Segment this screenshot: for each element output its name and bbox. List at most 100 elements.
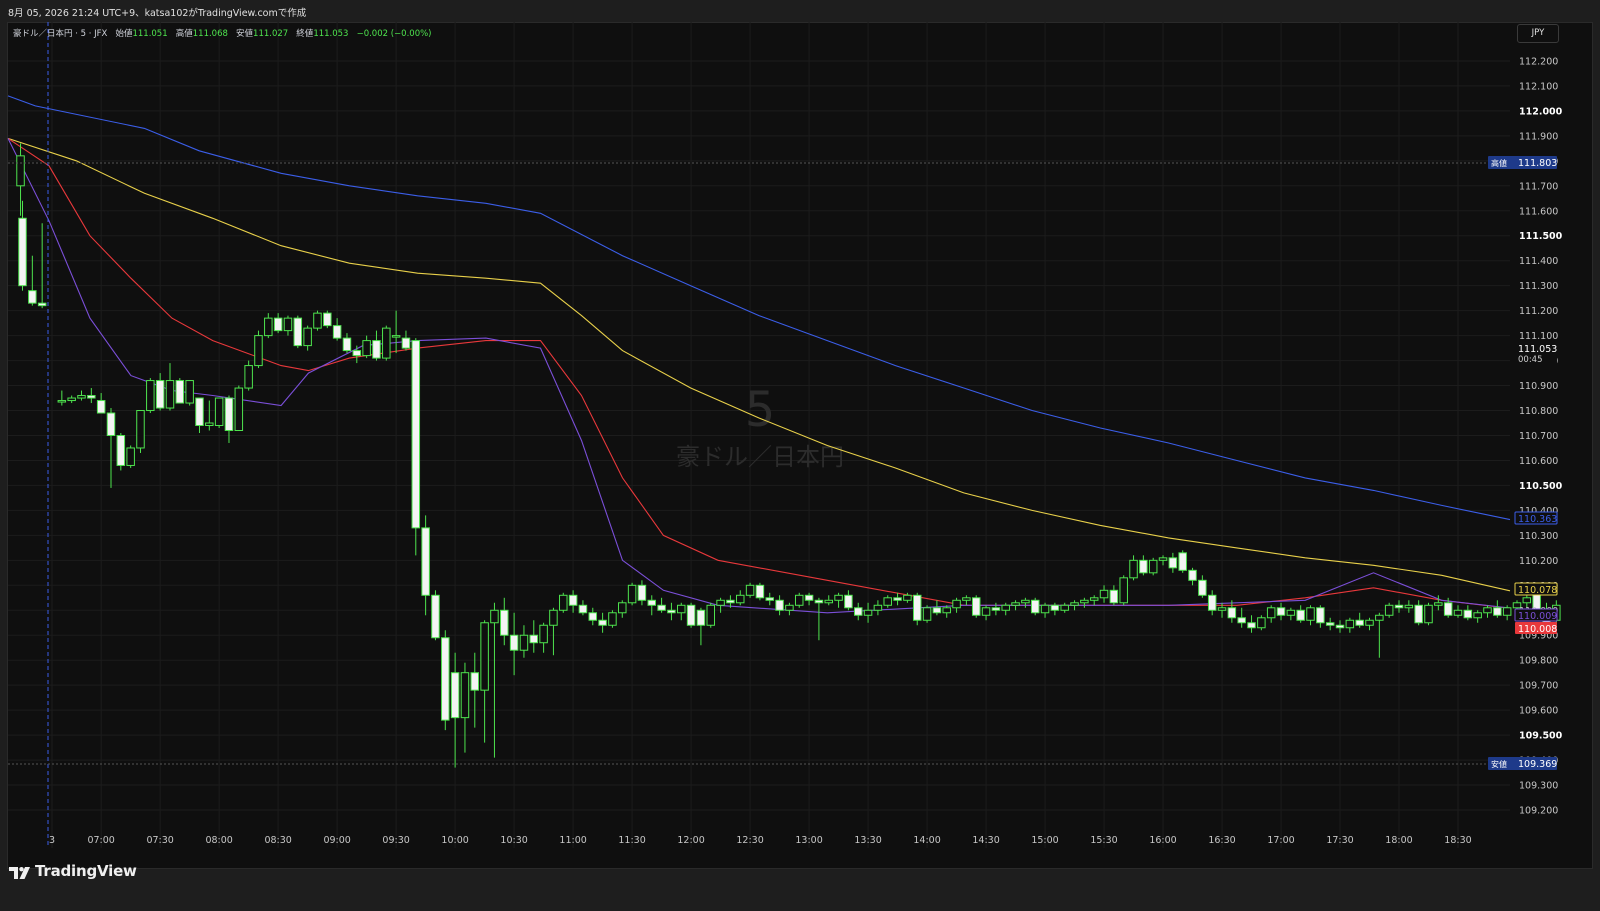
candle-body <box>1060 604 1069 611</box>
candle-body <box>1227 607 1237 619</box>
candle-body <box>323 312 332 327</box>
price-chart[interactable]: 5 豪ドル／日本円 112.200 112.100 112.000 111.900 11… <box>0 0 1600 869</box>
tradingview-logo-text[interactable]: TradingView <box>35 862 137 880</box>
candle <box>126 445 135 468</box>
candle <box>1355 612 1364 628</box>
ma-purple-tag: 110.009 <box>1514 608 1558 622</box>
candle-body <box>1286 609 1296 616</box>
candle-body <box>667 609 676 614</box>
candle-body <box>519 634 529 651</box>
candle <box>1384 602 1394 618</box>
candle-body <box>1040 604 1050 614</box>
candle-body <box>1188 569 1197 581</box>
ma-red-line <box>7 137 1511 609</box>
candle-body <box>1453 609 1463 616</box>
price-tick-label: 109.700 <box>1519 681 1558 692</box>
candle-body <box>1237 617 1246 624</box>
price-tick-label: 110.200 <box>1519 556 1558 567</box>
candle-body <box>1099 589 1109 599</box>
candle-body <box>1375 614 1384 621</box>
time-tick-label: 07:30 <box>146 835 173 846</box>
price-tick-label: 112.200 <box>1519 56 1558 67</box>
candle <box>912 592 922 626</box>
candle <box>1119 575 1128 606</box>
candle-body <box>608 612 617 626</box>
price-tick-label: 110.600 <box>1519 456 1558 467</box>
candle-body <box>96 400 106 414</box>
candle <box>283 315 293 336</box>
candle <box>755 582 765 601</box>
time-tick-label: 17:30 <box>1326 835 1353 846</box>
price-tick-label: 109.300 <box>1519 781 1558 792</box>
time-tick-label: 11:00 <box>559 835 586 846</box>
candle <box>765 592 774 606</box>
candle-body <box>1306 607 1315 621</box>
time-tick-label: 17:00 <box>1267 835 1294 846</box>
candle-body <box>1158 557 1168 561</box>
candle <box>362 335 371 359</box>
candle-body <box>1493 607 1502 616</box>
legend-symbol[interactable]: 豪ドル／日本円 · 5 · JFX <box>13 29 107 39</box>
candle-body <box>549 609 558 626</box>
candle-body <box>726 599 735 604</box>
candle-body <box>18 217 27 287</box>
candle-body <box>450 672 460 719</box>
candle <box>844 590 853 611</box>
candle-body <box>991 607 1001 611</box>
price-tick-label: 112.000 <box>1519 106 1563 117</box>
candle-body <box>922 607 932 621</box>
candle-body <box>755 584 765 599</box>
ma-blue-tag: 110.363 <box>1514 511 1558 525</box>
candle <box>1129 555 1138 581</box>
price-tick-label: 109.800 <box>1519 656 1558 667</box>
candle <box>509 612 519 676</box>
candle <box>234 385 244 431</box>
candle <box>16 143 25 216</box>
time-tick-label: 14:00 <box>913 835 940 846</box>
candle-body <box>303 327 312 347</box>
currency-button[interactable]: JPY <box>1517 24 1559 43</box>
candle <box>549 607 558 656</box>
candle-body <box>775 599 784 611</box>
time-tick-label: 09:30 <box>382 835 409 846</box>
time-tick-label: 13:00 <box>795 835 822 846</box>
candle-body <box>431 594 440 639</box>
candle-body <box>1394 604 1404 609</box>
candle-body <box>509 634 519 651</box>
candle <box>677 602 686 621</box>
candle-body <box>588 612 598 621</box>
candle-body <box>903 594 912 601</box>
candle <box>401 330 411 351</box>
price-tick-label: 110.800 <box>1519 406 1558 417</box>
candle-body <box>1139 559 1148 574</box>
time-tick-label: 11:30 <box>618 835 645 846</box>
tradingview-logo-icon[interactable] <box>9 866 31 880</box>
time-tick-label: 08:30 <box>264 835 291 846</box>
price-tick-label: 111.900 <box>1519 131 1558 142</box>
candle-body <box>745 584 755 596</box>
time-axis: 3 07:00 07:30 08:00 08:30 09:00 09:30 10:00 10:3… <box>49 835 1472 846</box>
candle <box>785 602 794 616</box>
candle <box>539 622 548 653</box>
candle-body <box>244 365 253 389</box>
candle-body <box>1011 602 1020 606</box>
candle <box>971 595 981 618</box>
candle-body <box>500 609 509 636</box>
candle-body <box>146 380 155 412</box>
candle-body <box>1178 552 1187 571</box>
countdown-value: 00:45 <box>1518 355 1543 365</box>
ohlc-legend[interactable]: 豪ドル／日本円 · 5 · JFX 始値111.051 高値111.068 安値… <box>13 27 432 39</box>
time-tick-label: 18:00 <box>1385 835 1412 846</box>
candle <box>332 318 342 341</box>
time-tick-label: 10:30 <box>500 835 527 846</box>
candle-body <box>893 597 902 601</box>
candle-body <box>1335 624 1345 629</box>
candle <box>155 373 165 411</box>
ma-purple-value: 110.009 <box>1518 611 1557 622</box>
time-tick-label: 16:00 <box>1149 835 1176 846</box>
candle <box>736 590 745 606</box>
candle <box>922 605 932 623</box>
candle-body <box>1070 602 1079 606</box>
candle-body <box>559 594 568 611</box>
candle-body <box>1355 619 1364 626</box>
